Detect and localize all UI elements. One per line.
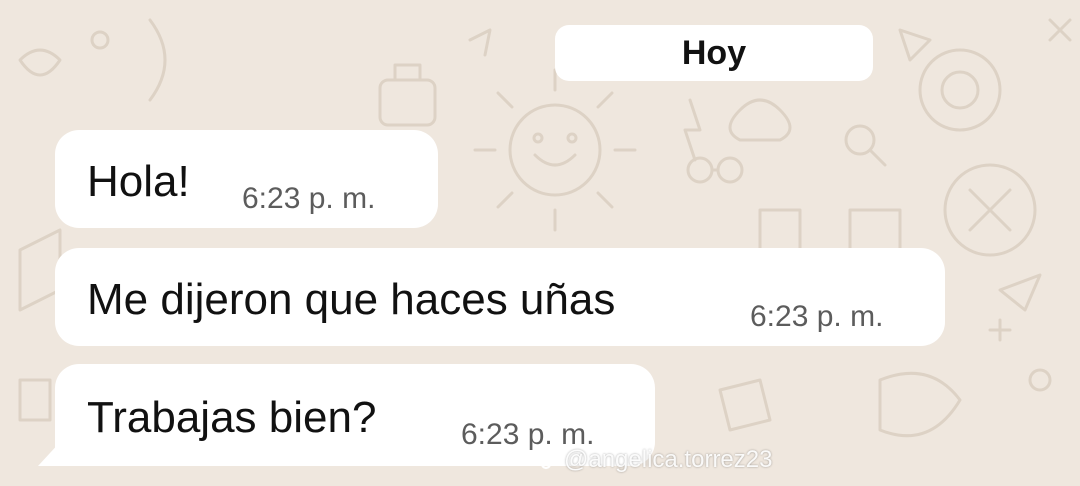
- message-bubble[interactable]: Me dijeron que haces uñas 6:23 p. m.: [55, 248, 945, 346]
- message-bubble[interactable]: Hola! 6:23 p. m.: [55, 130, 438, 228]
- tiktok-icon: [540, 449, 558, 470]
- watermark-handle: @angelica.torrez23: [564, 446, 773, 473]
- date-separator-chip: Hoy: [555, 25, 873, 81]
- tiktok-watermark: @angelica.torrez23: [540, 446, 772, 474]
- message-text: Me dijeron que haces uñas: [87, 275, 616, 324]
- message-text: Trabajas bien?: [87, 393, 377, 442]
- message-timestamp: 6:23 p. m.: [242, 182, 376, 215]
- message-text: Hola!: [87, 157, 190, 206]
- message-timestamp: 6:23 p. m.: [750, 300, 884, 333]
